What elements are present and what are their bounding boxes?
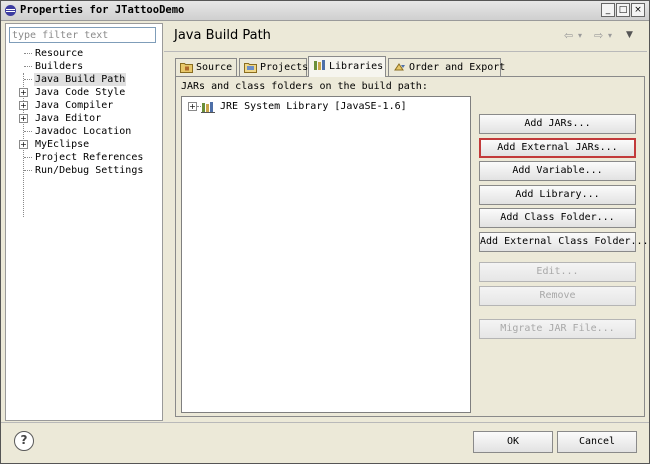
filter-input[interactable] [9,27,156,43]
order-export-icon [394,63,405,71]
title-bar: Properties for JTattooDemo _ □ × [1,1,649,21]
tree-item-label: Java Code Style [35,87,126,98]
library-icon [201,102,215,113]
libraries-icon [314,60,325,70]
tree-item-label: Project References [35,152,144,163]
minimize-button[interactable]: _ [601,3,615,17]
expand-icon[interactable]: + [188,102,197,111]
window-title: Properties for JTattooDemo [20,4,185,16]
edit-button[interactable]: Edit... [479,262,636,282]
maximize-button[interactable]: □ [616,3,630,17]
tree-item-label: Java Compiler [35,100,114,111]
footer-separator [1,422,649,423]
forward-menu-icon[interactable]: ▾ [608,31,612,40]
tree-item-project-references[interactable]: Project References [6,151,162,164]
tree-item-label: Java Editor [35,113,102,124]
tree-item-myeclipse[interactable]: + MyEclipse [6,138,162,151]
expand-icon[interactable]: + [19,101,28,110]
build-path-label: JARs and class folders on the build path… [181,81,428,92]
tab-strip: Source Projects Libraries Order and Expo… [175,56,645,77]
migrate-jar-button[interactable]: Migrate JAR File... [479,319,636,339]
library-label: JRE System Library [JavaSE-1.6] [220,101,407,112]
tree-item-java-compiler[interactable]: + Java Compiler [6,99,162,112]
tab-label: Libraries [329,61,384,72]
eclipse-window-icon [5,5,16,16]
tab-label: Order and Export [409,62,506,73]
libraries-panel: JARs and class folders on the build path… [175,76,649,417]
ok-button[interactable]: OK [473,431,553,453]
add-variable-button[interactable]: Add Variable... [479,161,636,181]
expand-icon[interactable]: + [19,114,28,123]
tree-item-javadoc-location[interactable]: Javadoc Location [6,125,162,138]
back-menu-icon[interactable]: ▾ [578,31,582,40]
tree-item-run-debug-settings[interactable]: Run/Debug Settings [6,164,162,177]
forward-arrow-icon[interactable]: ⇨ [594,29,603,42]
tree-item-label: Java Build Path [34,73,127,86]
add-library-button[interactable]: Add Library... [479,185,636,205]
tab-label: Source [196,62,233,73]
tree-item-java-code-style[interactable]: + Java Code Style [6,86,162,99]
tree-item-builders[interactable]: Builders [6,60,162,73]
tab-libraries[interactable]: Libraries [308,56,386,77]
tree-item-label: Builders [35,61,84,72]
add-class-folder-button[interactable]: Add Class Folder... [479,208,636,228]
expand-icon[interactable]: + [19,140,28,149]
property-page: Java Build Path ⇦ ▾ ⇨ ▾ ▼ Source Project… [164,23,649,421]
library-tree[interactable]: + JRE System Library [JavaSE-1.6] [181,96,471,413]
tab-source[interactable]: Source [175,58,237,76]
add-jars-button[interactable]: Add JARs... [479,114,636,134]
remove-button[interactable]: Remove [479,286,636,306]
add-external-jars-button[interactable]: Add External JARs... [479,138,636,158]
tab-order-and-export[interactable]: Order and Export [388,58,505,76]
add-external-class-folder-button[interactable]: Add External Class Folder... [479,232,649,252]
tree-item-label: MyEclipse [35,139,90,150]
source-folder-icon [180,63,193,73]
close-button[interactable]: × [631,3,645,17]
tree-item-label: Resource [35,48,84,59]
tree-item-label: Run/Debug Settings [35,165,144,176]
view-menu-icon[interactable]: ▼ [626,30,633,40]
back-arrow-icon[interactable]: ⇦ [564,29,573,42]
tree-item-label: Javadoc Location [35,126,132,137]
header-separator [164,51,647,52]
properties-dialog: Properties for JTattooDemo _ □ × Resourc… [0,0,650,464]
page-title: Java Build Path [174,28,271,43]
tree-item-java-editor[interactable]: + Java Editor [6,112,162,125]
projects-icon [244,63,257,73]
tree-item-java-build-path[interactable]: Java Build Path [6,73,162,86]
cancel-button[interactable]: Cancel [557,431,637,453]
help-icon[interactable]: ? [14,431,34,451]
tab-projects[interactable]: Projects [239,58,309,76]
tree-item-resource[interactable]: Resource [6,47,162,60]
tab-label: Projects [260,62,309,73]
properties-sidebar: Resource Builders Java Build Path + Java… [5,23,163,421]
expand-icon[interactable]: + [19,88,28,97]
